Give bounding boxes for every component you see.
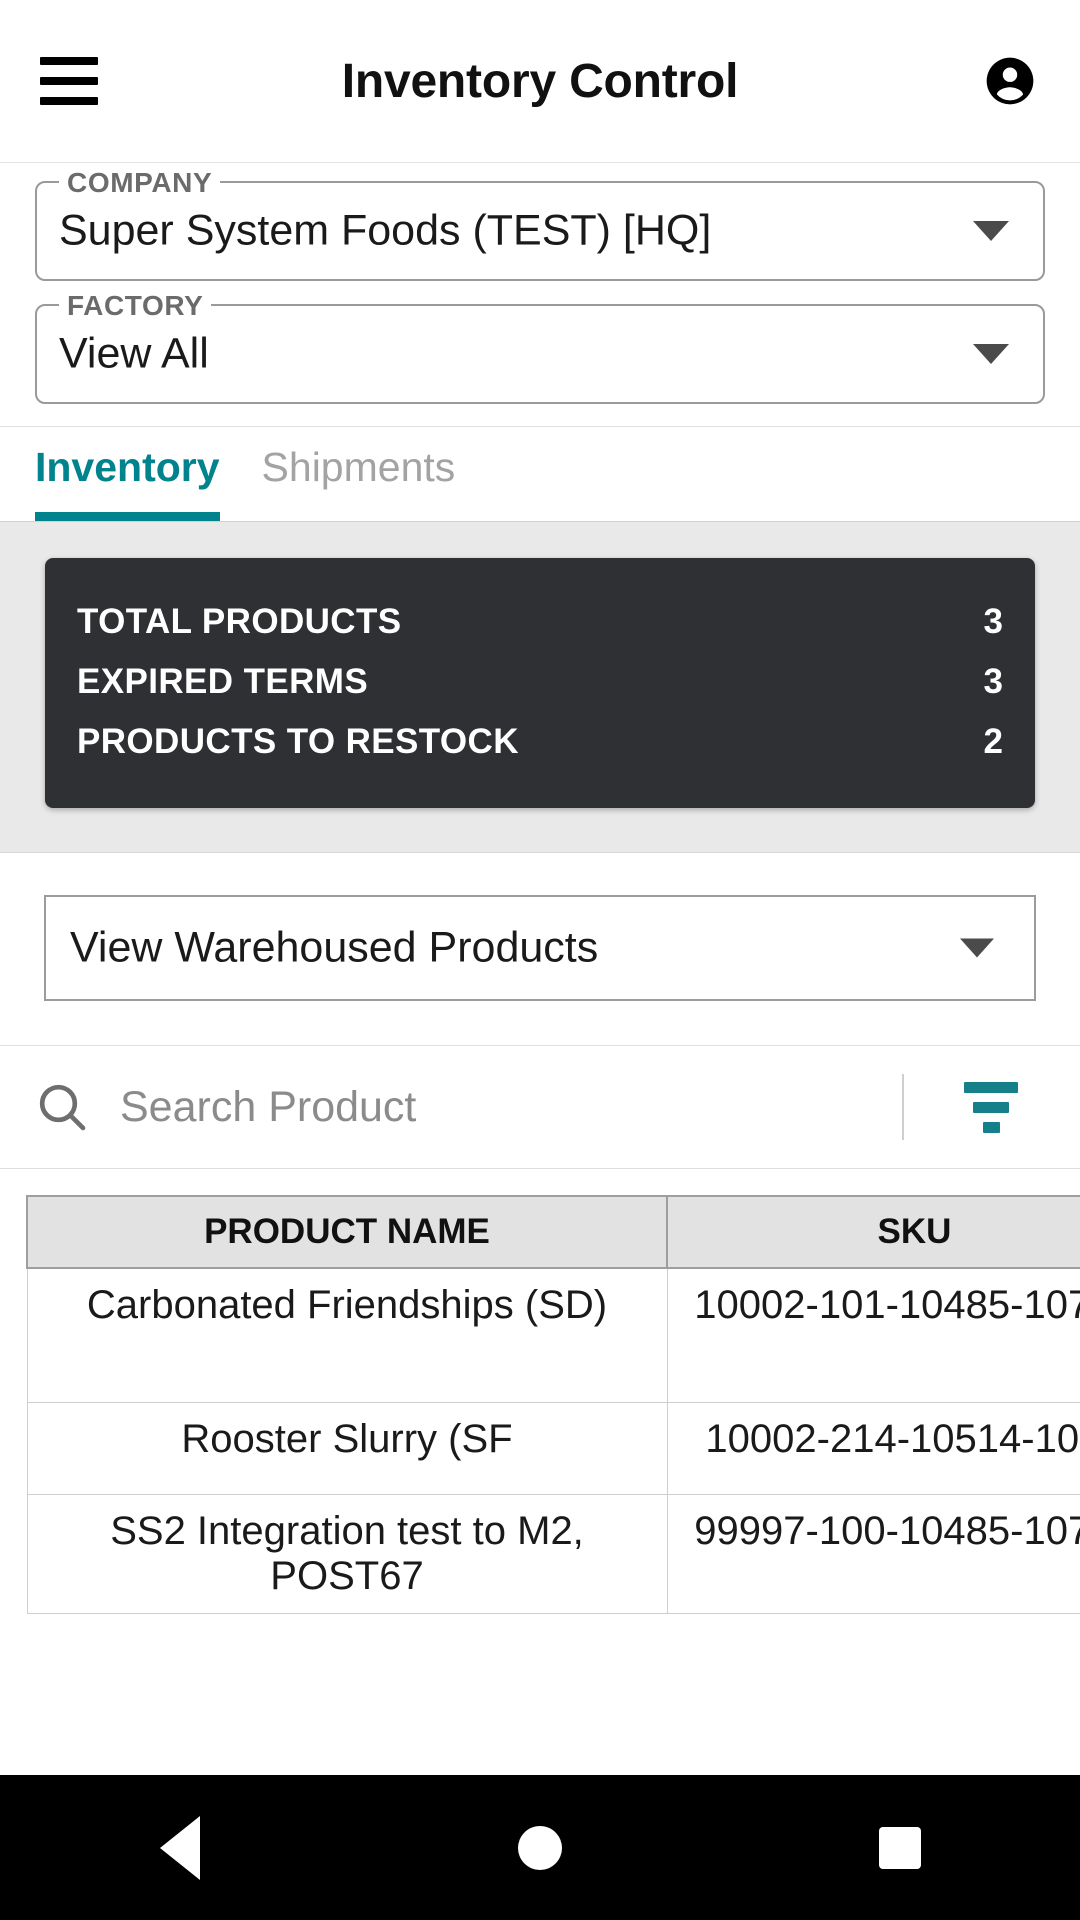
filter-bar-2 [973, 1101, 1009, 1113]
app-screen: Inventory Control COMPANY Super System F… [0, 0, 1080, 1920]
table-row[interactable]: Carbonated Friendships (SD) 10002-101-10… [26, 1267, 1080, 1403]
stat-value: 2 [983, 722, 1003, 761]
search-bar: Search Product [0, 1046, 1080, 1169]
search-icon[interactable] [34, 1079, 90, 1135]
table-row[interactable]: Rooster Slurry (SF 10002-214-10514-1076 [26, 1401, 1080, 1495]
stat-label: TOTAL PRODUCTS [77, 602, 402, 641]
company-value: Super System Foods (TEST) [HQ] [59, 206, 712, 255]
summary-section: TOTAL PRODUCTS 3 EXPIRED TERMS 3 PRODUCT… [0, 521, 1080, 853]
cell-sku: 10002-101-10485-10763 [666, 1267, 1080, 1403]
column-header-sku[interactable]: SKU [666, 1195, 1080, 1269]
stat-label: PRODUCTS TO RESTOCK [77, 722, 519, 761]
menu-bar-2 [40, 77, 98, 85]
cell-sku: 99997-100-10485-10763 [666, 1493, 1080, 1614]
tab-inventory-label: Inventory [35, 443, 220, 490]
cell-product-name: Carbonated Friendships (SD) [26, 1267, 668, 1403]
company-select[interactable]: COMPANY Super System Foods (TEST) [HQ] [35, 167, 1045, 281]
table-header-row: PRODUCT NAME SKU [26, 1195, 1080, 1269]
back-nav-icon[interactable] [105, 1775, 255, 1920]
cell-product-name: SS2 Integration test to M2, POST67 [26, 1493, 668, 1614]
factory-value: View All [59, 329, 209, 378]
stat-row-total-products: TOTAL PRODUCTS 3 [77, 592, 1003, 652]
product-table: PRODUCT NAME SKU Carbonated Friendships … [26, 1195, 1080, 1614]
tab-bar: Inventory Shipments [0, 427, 1080, 521]
system-navigation-bar [0, 1775, 1080, 1920]
warehouse-view-select[interactable]: View Warehoused Products [44, 895, 1036, 1001]
filter-list-icon[interactable] [956, 1074, 1026, 1140]
recents-nav-icon[interactable] [825, 1775, 975, 1920]
search-divider [902, 1074, 904, 1140]
table-row[interactable]: SS2 Integration test to M2, POST67 99997… [26, 1493, 1080, 1614]
cell-product-name: Rooster Slurry (SF [26, 1401, 668, 1495]
stat-row-products-to-restock: PRODUCTS TO RESTOCK 2 [77, 712, 1003, 772]
tab-active-indicator [35, 512, 220, 521]
search-input[interactable]: Search Product [120, 1083, 902, 1132]
menu-bar-3 [40, 97, 98, 105]
filter-bar-3 [982, 1121, 1000, 1133]
stat-value: 3 [983, 602, 1003, 641]
factory-label: FACTORY [59, 290, 212, 322]
column-header-product-name[interactable]: PRODUCT NAME [26, 1195, 668, 1269]
stat-value: 3 [983, 662, 1003, 701]
stat-label: EXPIRED TERMS [77, 662, 369, 701]
home-nav-icon[interactable] [465, 1775, 615, 1920]
cell-sku: 10002-214-10514-1076 [666, 1401, 1080, 1495]
summary-card: TOTAL PRODUCTS 3 EXPIRED TERMS 3 PRODUCT… [45, 558, 1035, 808]
warehouse-section: View Warehoused Products [0, 853, 1080, 1046]
account-circle-icon[interactable] [982, 53, 1038, 109]
chevron-down-icon [973, 221, 1009, 241]
tab-shipments-label: Shipments [261, 443, 456, 490]
company-label: COMPANY [59, 167, 221, 199]
tab-inventory[interactable]: Inventory [35, 427, 220, 521]
menu-bar-1 [40, 57, 98, 65]
page-title: Inventory Control [341, 54, 739, 108]
app-bar: Inventory Control [0, 0, 1080, 163]
chevron-down-icon [960, 938, 994, 958]
warehouse-view-value: View Warehoused Products [70, 923, 599, 972]
stat-row-expired-terms: EXPIRED TERMS 3 [77, 652, 1003, 712]
factory-select[interactable]: FACTORY View All [35, 290, 1045, 404]
filter-bar-1 [964, 1081, 1018, 1093]
product-table-container: PRODUCT NAME SKU Carbonated Friendships … [0, 1169, 1080, 1775]
chevron-down-icon [973, 344, 1009, 364]
selector-section: COMPANY Super System Foods (TEST) [HQ] F… [0, 163, 1080, 427]
tab-shipments[interactable]: Shipments [262, 427, 456, 521]
hamburger-menu-icon[interactable] [40, 57, 98, 105]
